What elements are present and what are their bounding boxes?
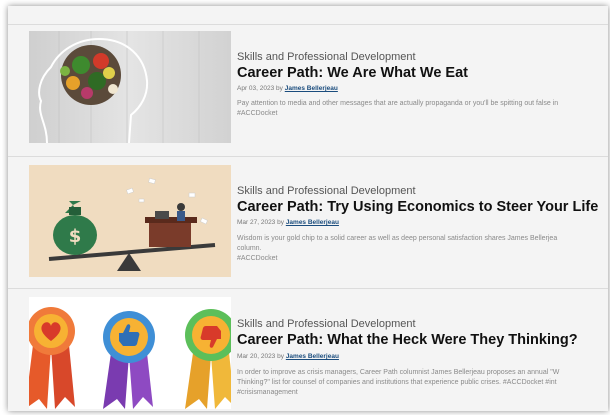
article-thumbnail[interactable] xyxy=(29,31,231,143)
article-date: Mar 20, 2023 xyxy=(237,353,276,360)
article-thumbnail[interactable] xyxy=(29,297,231,409)
article-meta: Apr 03, 2023 by James Bellerjeau xyxy=(237,85,338,92)
svg-text:$: $ xyxy=(69,226,82,247)
article-by: by xyxy=(277,219,284,226)
article-title[interactable]: Career Path: Try Using Economics to Stee… xyxy=(237,199,598,215)
article-excerpt: Wisdom is your gold chip to a solid care… xyxy=(237,235,558,262)
article-author-link[interactable]: James Bellerjeau xyxy=(286,353,339,360)
list-item: $ Skills and Professional Development Ca… xyxy=(8,156,608,287)
article-category[interactable]: Skills and Professional Development xyxy=(237,185,416,197)
article-list: Skills and Professional Development Care… xyxy=(8,6,608,411)
article-by: by xyxy=(277,353,284,360)
list-item: Skills and Professional Development Care… xyxy=(8,24,608,155)
article-category[interactable]: Skills and Professional Development xyxy=(237,51,416,63)
article-date: Mar 27, 2023 xyxy=(237,219,276,226)
article-author-link[interactable]: James Bellerjeau xyxy=(285,85,338,92)
article-title[interactable]: Career Path: We Are What We Eat xyxy=(237,65,468,81)
award-ribbons-image xyxy=(29,297,231,409)
article-by: by xyxy=(276,85,283,92)
article-date: Apr 03, 2023 xyxy=(237,85,275,92)
article-excerpt: Pay attention to media and other message… xyxy=(237,100,559,117)
article-category[interactable]: Skills and Professional Development xyxy=(237,318,416,330)
list-item: Skills and Professional Development Care… xyxy=(8,288,608,411)
money-bag-seesaw-image: $ xyxy=(29,165,231,277)
article-title[interactable]: Career Path: What the Heck Were They Thi… xyxy=(237,332,578,348)
article-author-link[interactable]: James Bellerjeau xyxy=(286,219,339,226)
head-with-food-image xyxy=(29,31,231,143)
article-thumbnail[interactable]: $ xyxy=(29,165,231,277)
article-meta: Mar 27, 2023 by James Bellerjeau xyxy=(237,219,339,226)
article-excerpt: In order to improve as crisis managers, … xyxy=(237,369,560,396)
article-meta: Mar 20, 2023 by James Bellerjeau xyxy=(237,353,339,360)
